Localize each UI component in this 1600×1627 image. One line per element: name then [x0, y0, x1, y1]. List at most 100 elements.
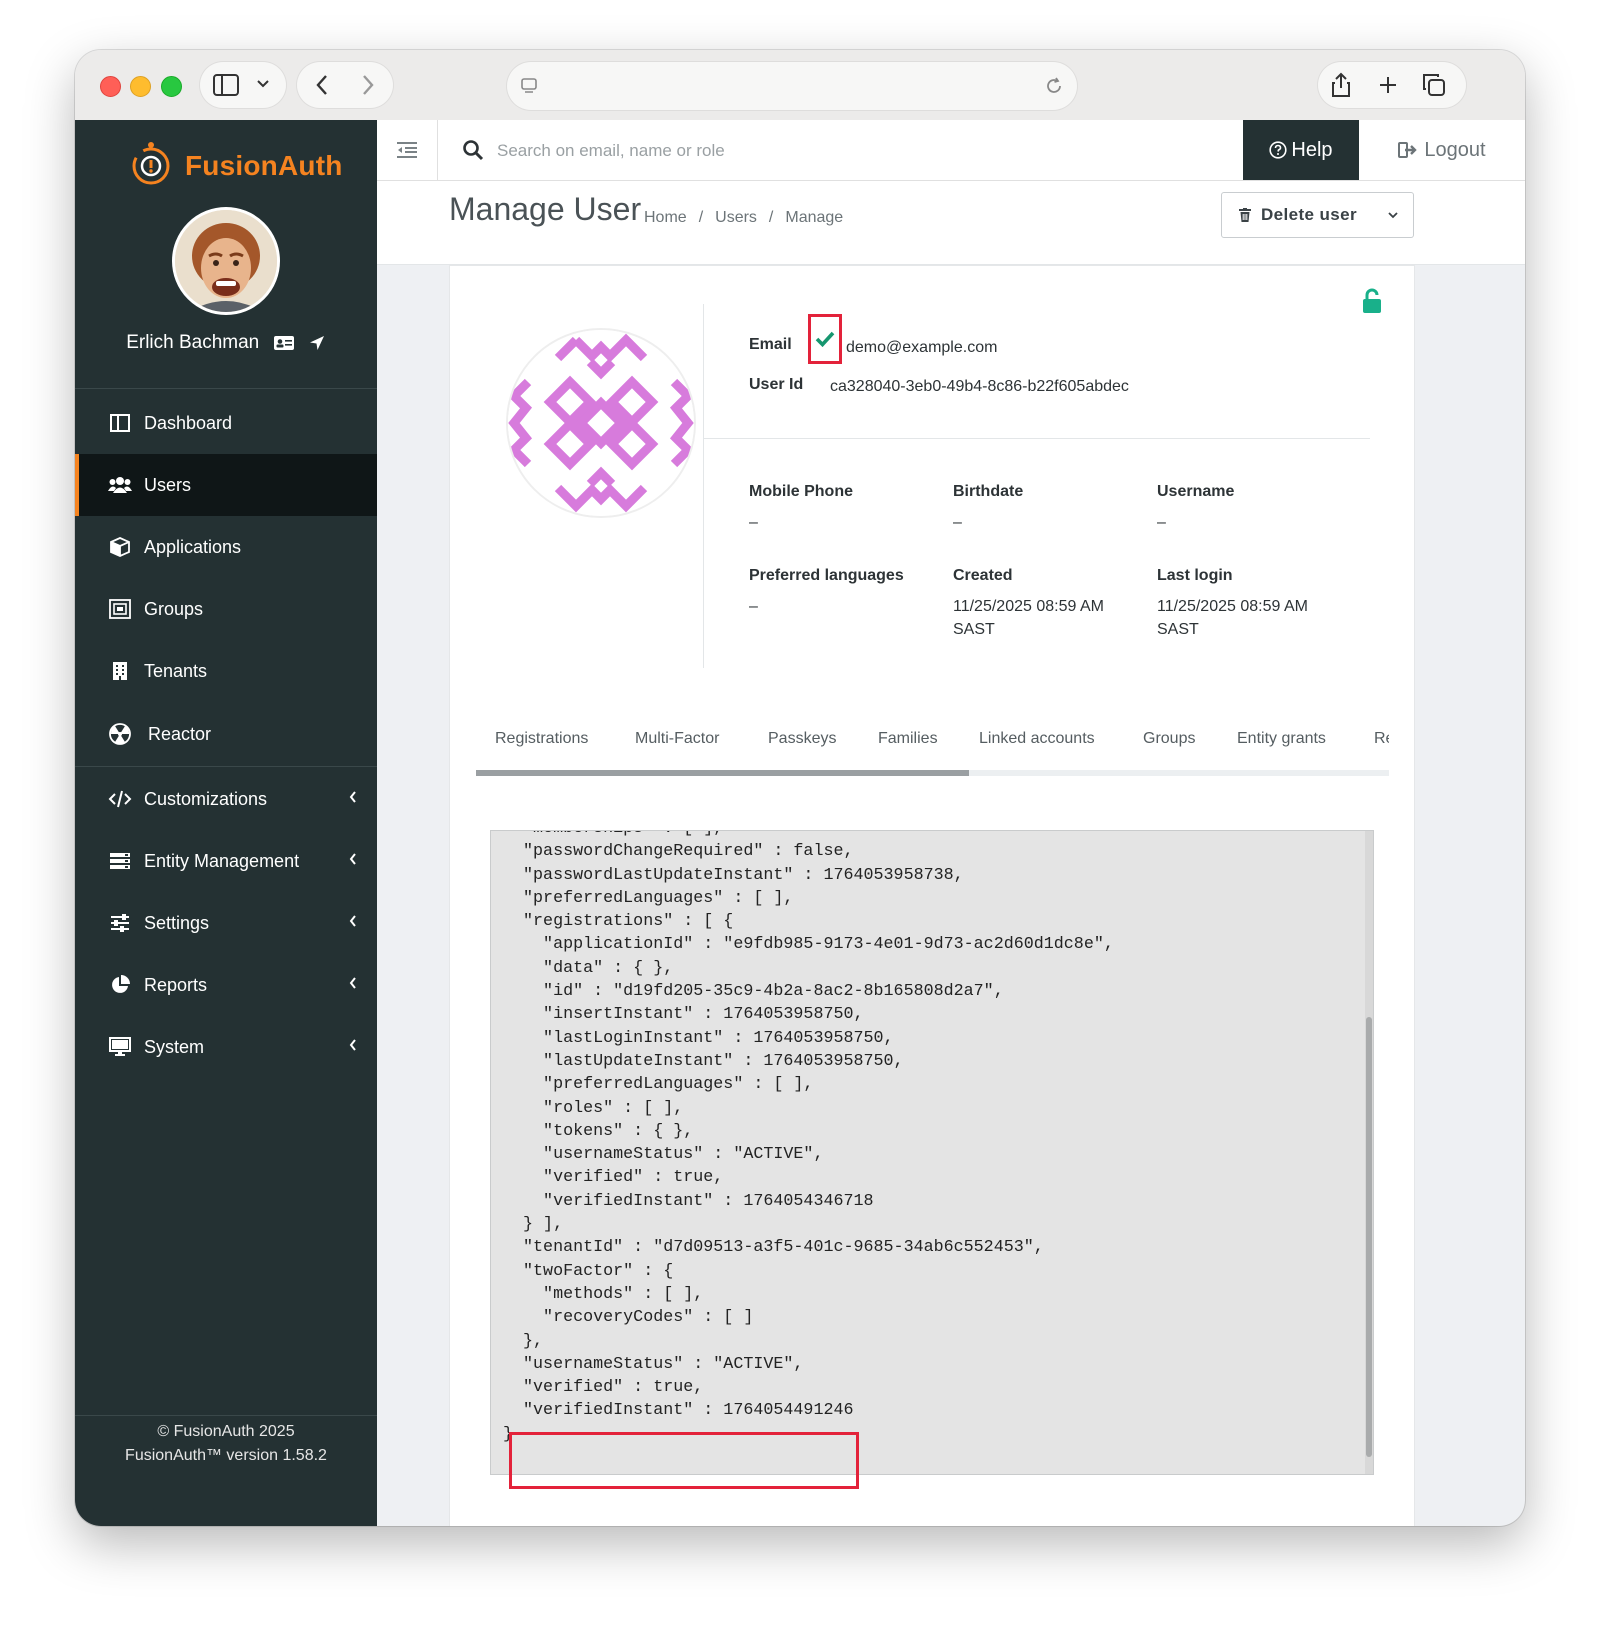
help-button[interactable]: Help	[1243, 120, 1359, 180]
search-input[interactable]	[495, 134, 1099, 168]
chevron-left-icon	[349, 915, 356, 927]
sidebar-item-label: Entity Management	[144, 850, 300, 871]
delete-user-button[interactable]: Delete user	[1221, 192, 1375, 238]
sidebar-item-reactor[interactable]: Reactor	[75, 703, 377, 765]
json-line: "id" : "d19fd205-35c9-4b2a-8ac2-8b165808…	[503, 982, 1004, 1002]
tab-registrations[interactable]: Registrations	[495, 730, 588, 748]
tab-families[interactable]: Families	[878, 730, 938, 748]
chevron-left-icon	[349, 853, 356, 865]
birthdate-label: Birthdate	[953, 483, 1024, 500]
close-window-button[interactable]	[100, 76, 121, 97]
json-line: "registrations" : [ {	[503, 912, 734, 932]
vertical-divider	[703, 304, 704, 668]
sidebar: FusionAuth Erlich Bachman Dashboard User…	[75, 120, 377, 1526]
json-line: "usernameStatus" : "ACTIVE",	[503, 1354, 804, 1374]
json-line: "insertInstant" : 1764053958750,	[503, 1005, 864, 1025]
reload-icon[interactable]	[1044, 76, 1064, 96]
mobile-phone-label: Mobile Phone	[749, 483, 853, 500]
breadcrumb-users[interactable]: Users	[715, 209, 757, 226]
new-tab-icon[interactable]	[1378, 75, 1398, 95]
profile-avatar[interactable]	[172, 207, 280, 315]
sidebar-item-customizations[interactable]: Customizations	[75, 768, 377, 830]
forward-icon[interactable]	[361, 74, 375, 96]
breadcrumb-home[interactable]: Home	[644, 209, 687, 226]
profile-name[interactable]: Erlich Bachman	[126, 332, 259, 353]
trash-icon	[1238, 208, 1251, 222]
sidebar-divider	[75, 766, 377, 767]
building-icon	[113, 662, 127, 680]
server-icon	[110, 853, 130, 869]
json-line: "lastLoginInstant" : 1764053958750,	[503, 1028, 894, 1048]
monitor-icon	[109, 1037, 131, 1056]
users-icon	[108, 477, 132, 493]
sidebar-item-users[interactable]: Users	[75, 454, 377, 516]
footer-version: FusionAuth™ version 1.58.2	[125, 1447, 327, 1464]
email-label: Email	[749, 336, 792, 353]
json-line: "preferredLanguages" : [ ],	[503, 1075, 814, 1095]
back-icon[interactable]	[315, 74, 329, 96]
last-login-label: Last login	[1157, 567, 1233, 584]
tabs-overview-icon[interactable]	[1422, 73, 1446, 97]
verified-check-icon	[815, 331, 835, 347]
sidebar-item-label: Dashboard	[144, 412, 233, 433]
groups-icon	[109, 599, 131, 619]
brand-name: FusionAuth	[185, 150, 343, 181]
fusionauth-logo-icon	[132, 142, 170, 185]
sidebar-toggle-button[interactable]	[200, 62, 286, 108]
address-bar[interactable]	[507, 62, 1077, 110]
json-line: },	[503, 1331, 544, 1351]
tab-multi-factor[interactable]: Multi-Factor	[635, 730, 719, 748]
minimize-window-button[interactable]	[130, 76, 151, 97]
unlock-icon[interactable]	[1362, 288, 1382, 314]
chevron-down-icon	[257, 80, 269, 88]
user-id-value: ca328040-3eb0-49b4-8c86-b22f605abdec	[830, 378, 1129, 395]
json-line: "applicationId" : "e9fdb985-9173-4e01-9d…	[503, 935, 1114, 955]
json-line: "verified" : true,	[503, 1378, 704, 1398]
location-arrow-icon[interactable]	[308, 334, 326, 352]
tab-overflow[interactable]: Re	[1374, 730, 1389, 748]
help-label: Help	[1291, 138, 1333, 161]
tab-linked-accounts[interactable]: Linked accounts	[979, 730, 1095, 748]
json-line: "data" : { },	[503, 958, 674, 978]
sidebar-item-reports[interactable]: Reports	[75, 954, 377, 1016]
last-login-value: 11/25/2025 08:59 AM SAST	[1157, 598, 1308, 638]
id-card-icon[interactable]	[273, 335, 295, 351]
user-json-viewer[interactable]: "memberships" : [ ], "passwordChangeRequ…	[490, 830, 1374, 1475]
delete-user-label: Delete user	[1260, 205, 1358, 224]
outdent-icon	[397, 142, 417, 158]
search-icon	[463, 140, 484, 161]
sidebar-item-system[interactable]: System	[75, 1016, 377, 1078]
sidebar-item-label: System	[144, 1036, 205, 1057]
tab-passkeys[interactable]: Passkeys	[768, 730, 836, 748]
sidebar-item-groups[interactable]: Groups	[75, 578, 377, 640]
sidebar-item-applications[interactable]: Applications	[75, 516, 377, 578]
reactor-icon	[109, 723, 131, 745]
user-detail-panel: Email demo@example.com User Id ca328040-…	[450, 266, 1414, 1526]
sidebar-item-dashboard[interactable]: Dashboard	[75, 392, 377, 454]
tab-entity-grants[interactable]: Entity grants	[1237, 730, 1326, 748]
tab-scrollbar-thumb[interactable]	[476, 770, 969, 776]
zoom-window-button[interactable]	[161, 76, 182, 97]
json-line: "roles" : [ ],	[503, 1098, 684, 1118]
logout-button[interactable]: Logout	[1359, 120, 1525, 180]
sign-out-icon	[1398, 142, 1418, 158]
user-actions-dropdown[interactable]	[1373, 192, 1414, 238]
sidebar-item-entity-management[interactable]: Entity Management	[75, 830, 377, 892]
json-line: "verifiedInstant" : 1764054346718	[503, 1191, 874, 1211]
email-value: demo@example.com	[846, 339, 998, 356]
sidebar-item-settings[interactable]: Settings	[75, 892, 377, 954]
json-line: "passwordLastUpdateInstant" : 1764053958…	[503, 865, 964, 885]
json-line: "tenantId" : "d7d09513-a3f5-401c-9685-34…	[503, 1238, 1044, 1258]
sidebar-item-tenants[interactable]: Tenants	[75, 640, 377, 702]
dashboard-icon	[110, 414, 130, 432]
page-title: Manage User	[449, 191, 642, 227]
user-avatar	[506, 328, 696, 518]
json-scrollbar-thumb[interactable]	[1366, 1017, 1372, 1457]
menu-toggle-button[interactable]	[377, 120, 438, 180]
sidebar-item-label: Customizations	[144, 788, 268, 809]
share-icon[interactable]	[1330, 72, 1352, 98]
tab-groups[interactable]: Groups	[1143, 730, 1195, 748]
page-header: Manage User Home / Users / Manage Delete use…	[377, 181, 1525, 265]
logout-label: Logout	[1424, 138, 1486, 161]
mobile-phone-value: –	[749, 514, 758, 531]
